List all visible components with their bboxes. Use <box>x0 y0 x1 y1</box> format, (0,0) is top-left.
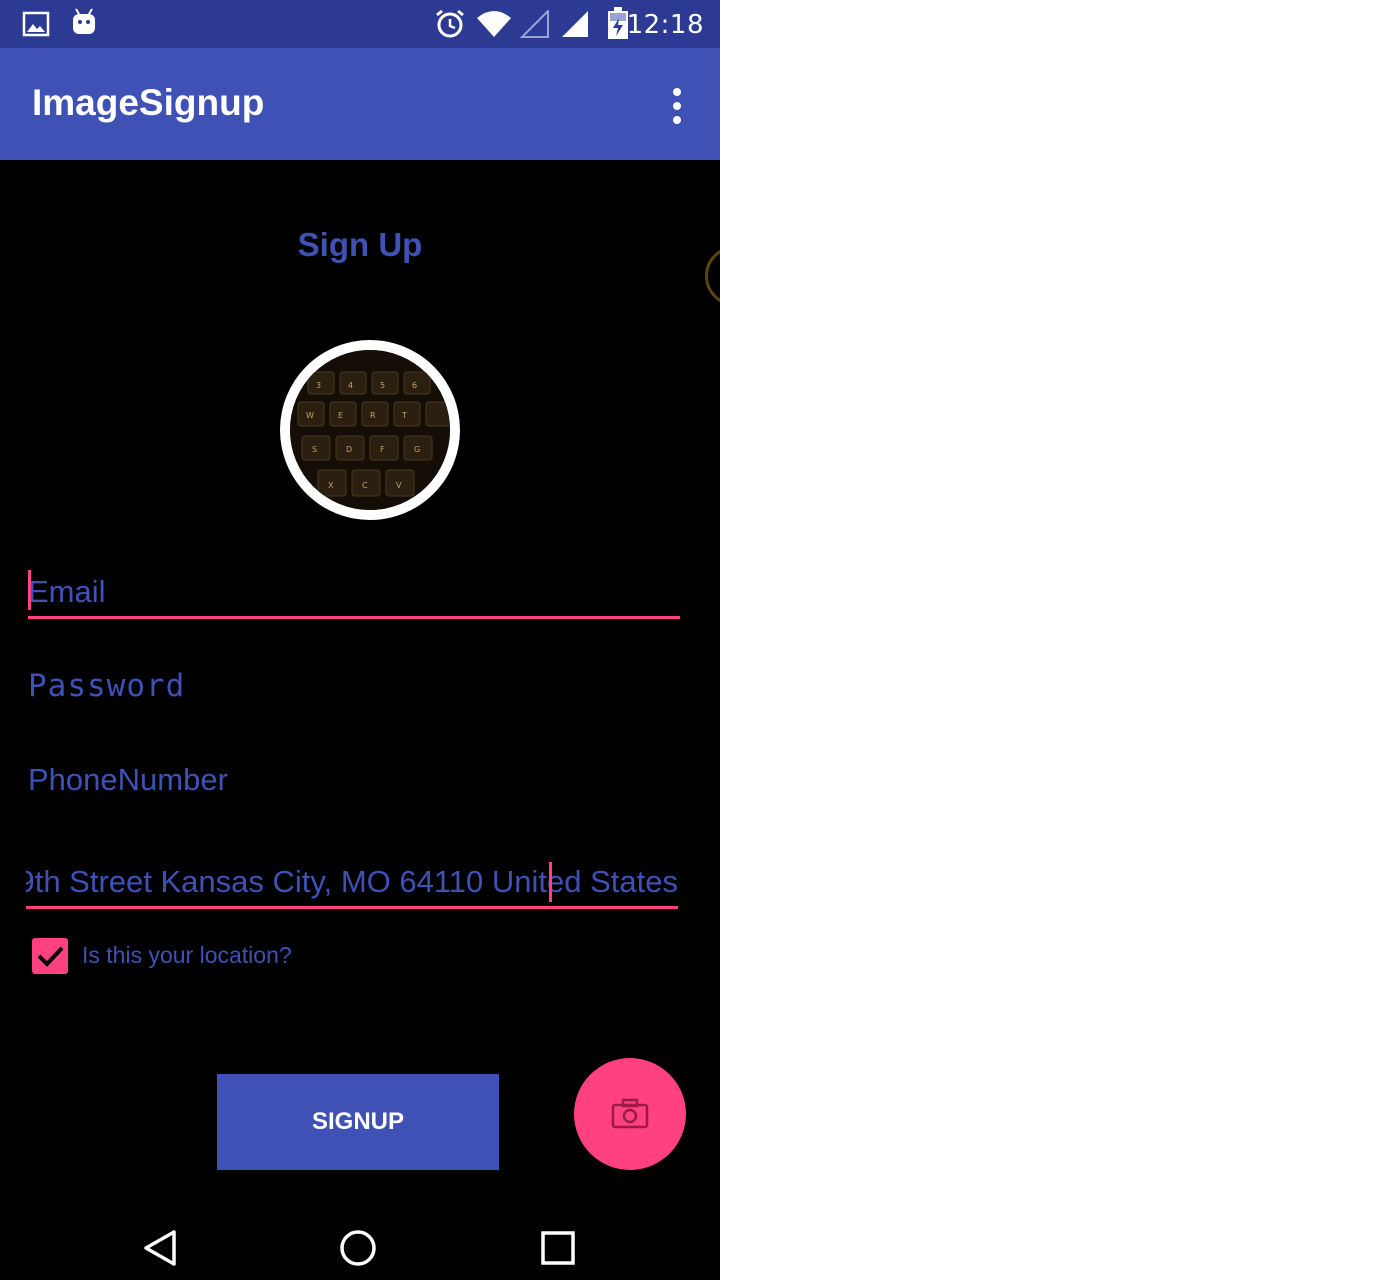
recents-icon[interactable] <box>536 1226 580 1270</box>
svg-text:D: D <box>346 445 352 454</box>
phone-field[interactable]: PhoneNumber <box>28 762 680 798</box>
alarm-icon <box>434 8 466 44</box>
navigation-bar <box>0 1212 720 1280</box>
location-checkbox-label: Is this your location? <box>82 942 292 968</box>
svg-text:3: 3 <box>316 381 321 390</box>
phone-screen: 12:18 ImageSignup Sign Up 3 4 5 6 W E R … <box>0 0 720 1280</box>
svg-text:R: R <box>370 411 376 420</box>
address-underline <box>26 906 678 909</box>
avatar[interactable]: 3 4 5 6 W E R T S D F G X C V <box>280 340 460 520</box>
password-field[interactable]: Password <box>28 668 680 704</box>
email-underline <box>28 616 680 619</box>
camera-icon <box>611 1098 649 1129</box>
svg-text:G: G <box>414 445 420 454</box>
svg-text:W: W <box>306 411 314 420</box>
address-field[interactable]: 49th Street Kansas City, MO 64110 United… <box>26 858 678 906</box>
signal-icon <box>560 10 590 42</box>
wifi-icon <box>476 10 512 42</box>
app-bar: ImageSignup <box>0 48 720 160</box>
email-field[interactable]: Email <box>28 574 680 610</box>
avatar-photo: 3 4 5 6 W E R T S D F G X C V <box>290 350 450 510</box>
address-value: 49th Street Kansas City, MO 64110 United… <box>26 864 678 899</box>
app-title: ImageSignup <box>32 82 265 123</box>
svg-text:X: X <box>328 481 334 490</box>
check-icon <box>37 946 64 967</box>
location-checkbox[interactable] <box>32 938 68 974</box>
svg-text:C: C <box>362 481 368 490</box>
more-vert-icon[interactable] <box>660 86 692 126</box>
svg-text:E: E <box>338 411 343 420</box>
email-cursor <box>28 570 31 610</box>
signal-empty-icon <box>519 8 550 42</box>
back-icon[interactable] <box>138 1226 182 1270</box>
home-icon[interactable] <box>336 1226 380 1270</box>
svg-text:5: 5 <box>380 381 385 390</box>
svg-text:T: T <box>401 411 407 420</box>
status-bar: 12:18 <box>0 0 720 48</box>
address-cursor <box>549 862 552 902</box>
page-title: Sign Up <box>297 226 423 263</box>
signup-button[interactable]: SIGNUP <box>217 1074 499 1170</box>
camera-fab-button[interactable] <box>574 1058 686 1170</box>
image-icon <box>22 10 50 42</box>
svg-text:V: V <box>396 481 402 490</box>
svg-text:6: 6 <box>412 381 417 390</box>
status-time: 12:18 <box>626 10 704 40</box>
svg-text:S: S <box>312 445 317 454</box>
svg-text:4: 4 <box>348 381 353 390</box>
svg-text:F: F <box>380 445 385 454</box>
android-icon <box>70 6 98 42</box>
